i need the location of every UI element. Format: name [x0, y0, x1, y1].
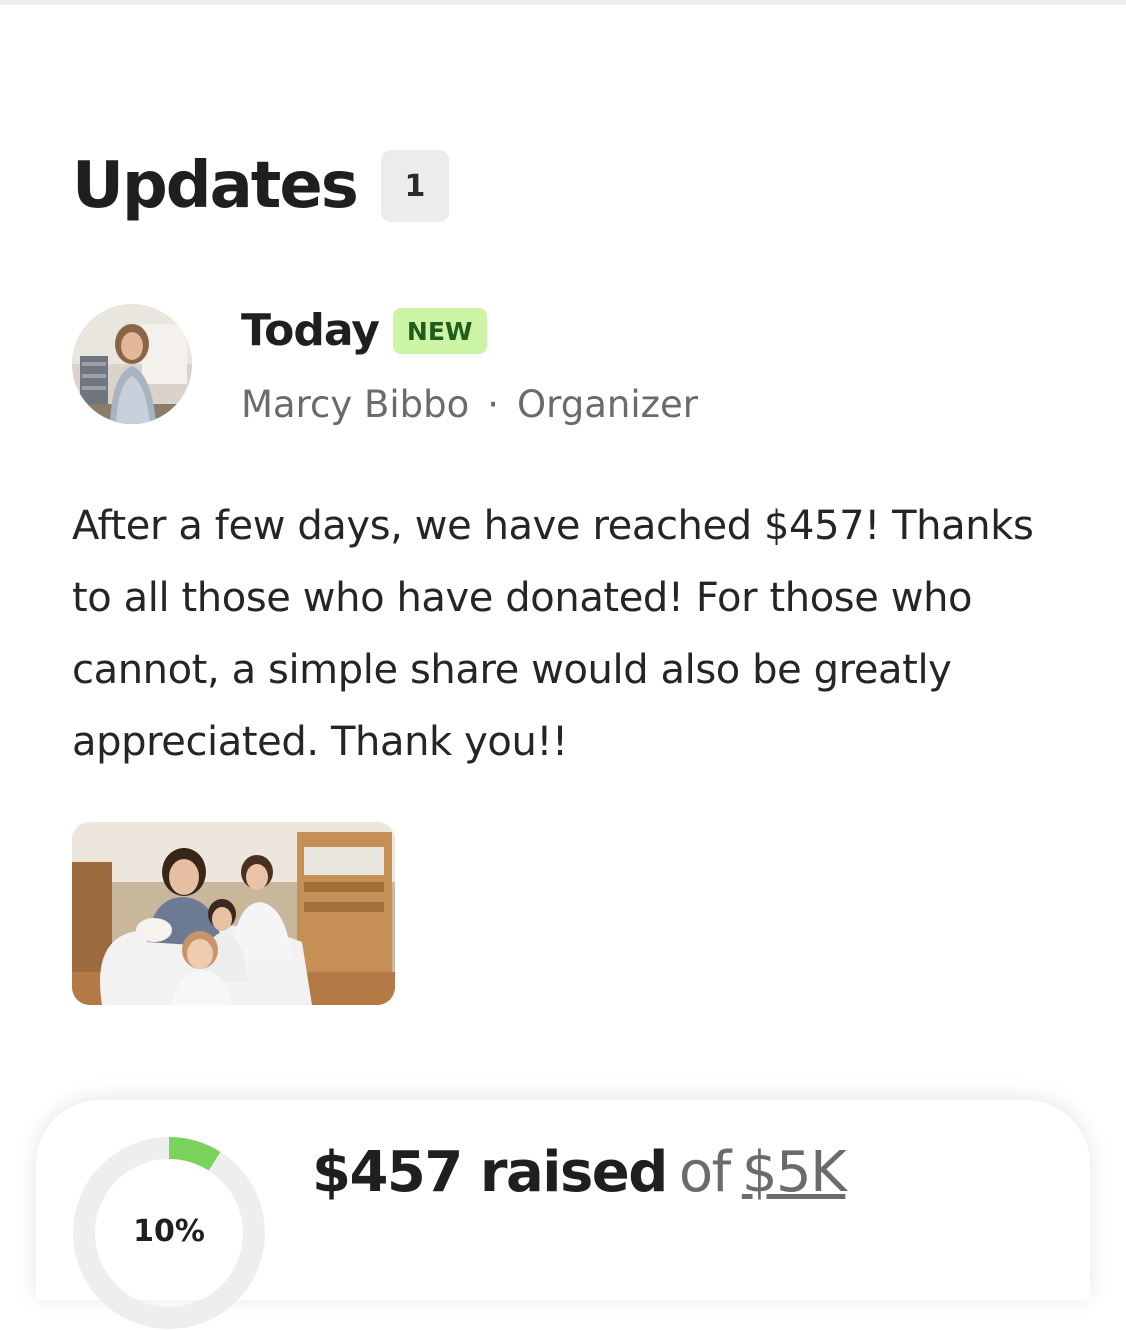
author-name[interactable]: Marcy Bibbo	[241, 383, 469, 426]
raised-amount: $457 raised	[312, 1140, 668, 1205]
separator-dot: ·	[487, 383, 500, 426]
updates-header: Updates 1	[72, 148, 449, 224]
goal-link[interactable]: $5K	[742, 1140, 847, 1205]
of-text: of	[678, 1140, 731, 1205]
update-date: Today	[241, 305, 380, 356]
progress-ring: 10%	[72, 1136, 266, 1330]
new-badge: NEW	[392, 308, 487, 354]
updates-title: Updates	[72, 149, 359, 223]
update-photo[interactable]	[72, 822, 395, 1005]
author-row: Marcy Bibbo · Organizer	[241, 380, 698, 430]
raised-summary: $457 raised of $5K	[312, 1138, 847, 1208]
author-role: Organizer	[517, 383, 699, 426]
organizer-avatar[interactable]	[72, 304, 192, 424]
progress-card: 10% $457 raised of $5K	[36, 1100, 1090, 1329]
progress-percent: 10%	[133, 1214, 205, 1249]
top-divider	[0, 0, 1126, 5]
update-body-text: After a few days, we have reached $457! …	[72, 503, 1034, 765]
updates-count-badge: 1	[380, 150, 449, 222]
update-meta: Today NEW	[241, 304, 487, 358]
